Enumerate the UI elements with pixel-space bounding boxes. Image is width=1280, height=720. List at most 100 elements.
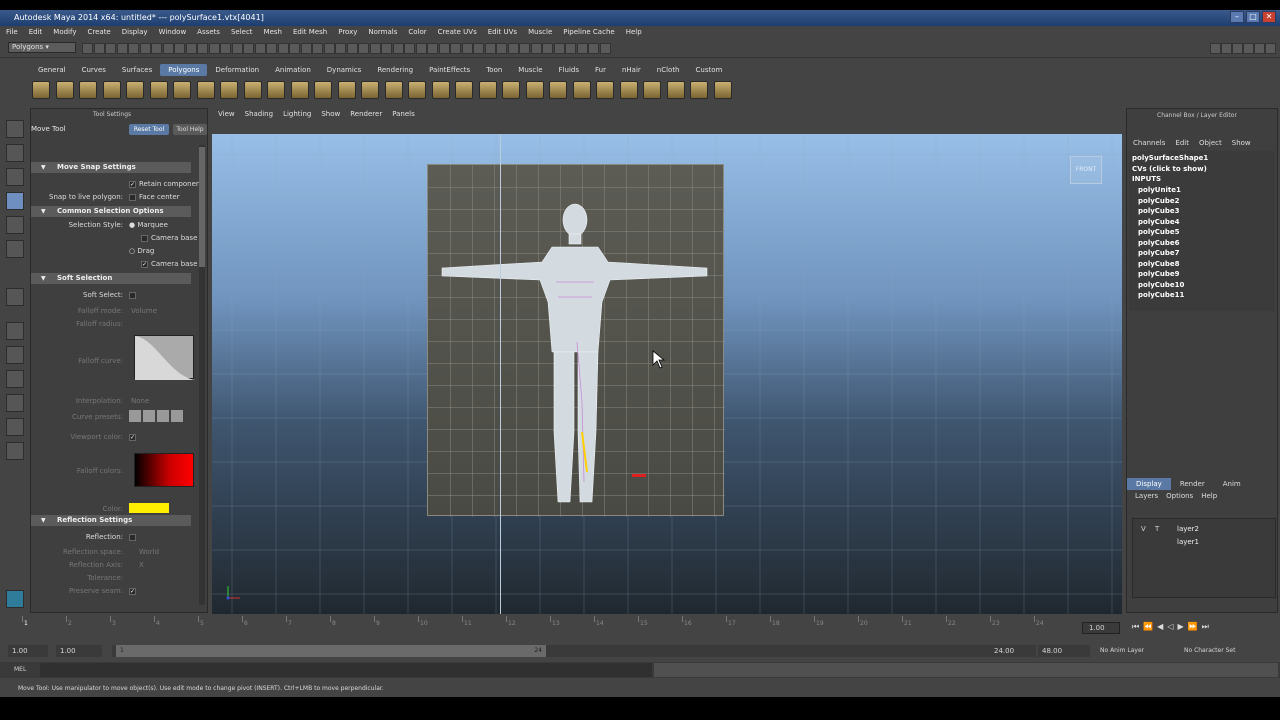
menu-edit-uvs[interactable]: Edit UVs	[488, 26, 517, 38]
shelf-tool-8-icon[interactable]	[196, 81, 215, 99]
shelf-tab-ncloth[interactable]: nCloth	[649, 64, 688, 76]
status-tool-12-icon[interactable]	[208, 43, 220, 54]
shelf-tool-14-icon[interactable]	[337, 81, 356, 99]
status-tool-15-icon[interactable]	[243, 43, 254, 54]
move-tool-icon[interactable]	[6, 192, 24, 210]
panel-toggle-5-icon[interactable]	[1254, 43, 1265, 54]
face-center-checkbox[interactable]	[129, 194, 136, 201]
section-common-selection[interactable]: Common Selection Options	[31, 206, 191, 217]
channel-tab-channels[interactable]: Channels	[1133, 139, 1165, 147]
shelf-tab-curves[interactable]: Curves	[74, 64, 114, 76]
shelf-tool-16-icon[interactable]	[384, 81, 403, 99]
side-by-side-layout-icon[interactable]	[6, 370, 24, 388]
shelf-tool-15-icon[interactable]	[361, 81, 379, 99]
layer-tab-render[interactable]: Render	[1171, 478, 1214, 490]
reflection-axis-value[interactable]: X	[139, 561, 144, 569]
shelf-tool-6-icon[interactable]	[149, 81, 168, 99]
play-forward-icon[interactable]: ▶	[1177, 622, 1183, 632]
shelf-tool-4-icon[interactable]	[102, 81, 121, 99]
shelf-tool-3-icon[interactable]	[79, 81, 97, 99]
status-tool-17-icon[interactable]	[266, 43, 277, 54]
command-input[interactable]	[40, 663, 652, 677]
menu-mesh[interactable]: Mesh	[264, 26, 282, 38]
status-tool-29-icon[interactable]	[404, 43, 415, 54]
paint-select-icon[interactable]	[6, 168, 24, 186]
status-tool-18-icon[interactable]	[277, 43, 289, 54]
status-tool-4-icon[interactable]	[116, 43, 128, 54]
status-tool-43-icon[interactable]	[565, 43, 576, 54]
select-tool-icon[interactable]	[6, 120, 24, 138]
status-tool-2-icon[interactable]	[93, 43, 105, 54]
play-back-icon[interactable]: ◁	[1167, 622, 1173, 632]
menu-muscle[interactable]: Muscle	[528, 26, 552, 38]
shelf-tab-general[interactable]: General	[30, 64, 74, 76]
menu-file[interactable]: File	[6, 26, 18, 38]
input-node-polycube2[interactable]: polyCube2	[1138, 197, 1180, 205]
status-tool-10-icon[interactable]	[185, 43, 197, 54]
layer-tab-anim[interactable]: Anim	[1214, 478, 1250, 490]
shelf-tab-animation[interactable]: Animation	[267, 64, 319, 76]
status-tool-24-icon[interactable]	[346, 43, 358, 54]
status-tool-40-icon[interactable]	[530, 43, 542, 54]
go-to-end-icon[interactable]: ⏭	[1202, 622, 1209, 632]
input-node-polycube7[interactable]: polyCube7	[1138, 249, 1180, 257]
tool-help-button[interactable]: Tool Help	[173, 124, 207, 135]
step-back-frame-icon[interactable]: ◀	[1157, 622, 1163, 632]
menu-window[interactable]: Window	[159, 26, 187, 38]
maximize-icon[interactable]: □	[1246, 11, 1260, 23]
close-icon[interactable]: ✕	[1262, 11, 1276, 23]
range-track[interactable]: 1 24	[112, 645, 992, 657]
four-pane-layout-icon[interactable]	[6, 346, 24, 364]
retain-checkbox[interactable]: ✓	[129, 181, 136, 188]
menu-edit-mesh[interactable]: Edit Mesh	[293, 26, 327, 38]
status-tool-34-icon[interactable]	[461, 43, 473, 54]
shelf-tab-deformation[interactable]: Deformation	[207, 64, 267, 76]
shelf-tool-13-icon[interactable]	[314, 81, 332, 99]
shelf-tool-9-icon[interactable]	[220, 81, 238, 99]
input-node-polycube4[interactable]: polyCube4	[1138, 218, 1180, 226]
falloff-colors-ramp[interactable]	[134, 453, 194, 487]
status-tool-7-icon[interactable]	[151, 43, 162, 54]
section-reflection[interactable]: Reflection Settings	[31, 515, 191, 526]
interpolation-value[interactable]: None	[131, 397, 149, 405]
preserve-seam-checkbox[interactable]: ✓	[129, 588, 136, 595]
menu-assets[interactable]: Assets	[197, 26, 220, 38]
status-tool-5-icon[interactable]	[128, 43, 139, 54]
shelf-tool-28-icon[interactable]	[666, 81, 685, 99]
layer-tab-display[interactable]: Display	[1127, 478, 1171, 490]
input-node-polycube3[interactable]: polyCube3	[1138, 207, 1180, 215]
shelf-tool-27-icon[interactable]	[643, 81, 661, 99]
menu-modify[interactable]: Modify	[53, 26, 76, 38]
reflection-space-value[interactable]: World	[139, 548, 159, 556]
anim-end-field[interactable]: 48.00	[1038, 645, 1090, 657]
color-swatch[interactable]	[129, 503, 169, 513]
status-tool-44-icon[interactable]	[576, 43, 588, 54]
shelf-tool-12-icon[interactable]	[290, 81, 309, 99]
shelf-tool-11-icon[interactable]	[267, 81, 285, 99]
status-tool-19-icon[interactable]	[289, 43, 300, 54]
hypershade-layout-icon[interactable]	[6, 418, 24, 436]
single-pane-layout-icon[interactable]	[6, 322, 24, 340]
input-node-polycube6[interactable]: polyCube6	[1138, 239, 1180, 247]
layer-menu-options[interactable]: Options	[1166, 492, 1193, 500]
menu-create-uvs[interactable]: Create UVs	[438, 26, 477, 38]
shelf-tab-fluids[interactable]: Fluids	[551, 64, 587, 76]
viewport-menu-show[interactable]: Show	[321, 110, 340, 118]
status-tool-1-icon[interactable]	[82, 43, 93, 54]
camera-based-checkbox-2[interactable]: ✓	[141, 261, 148, 268]
shelf-tool-10-icon[interactable]	[243, 81, 262, 99]
shelf-tab-fur[interactable]: Fur	[587, 64, 614, 76]
shelf-tab-painteffects[interactable]: PaintEffects	[421, 64, 478, 76]
menu-color[interactable]: Color	[408, 26, 426, 38]
shelf-tab-muscle[interactable]: Muscle	[510, 64, 550, 76]
shelf-tool-5-icon[interactable]	[126, 81, 144, 99]
viewport-color-checkbox[interactable]: ✓	[129, 434, 136, 441]
last-tool-icon[interactable]	[6, 288, 24, 306]
viewport-menu-shading[interactable]: Shading	[245, 110, 273, 118]
view-cube-front[interactable]: FRONT	[1070, 156, 1102, 184]
viewport-menu-view[interactable]: View	[218, 110, 235, 118]
panel-toggle-1-icon[interactable]	[1210, 43, 1221, 54]
shelf-tab-rendering[interactable]: Rendering	[369, 64, 421, 76]
shelf-tool-21-icon[interactable]	[502, 81, 520, 99]
input-node-polyunite1[interactable]: polyUnite1	[1138, 186, 1181, 194]
